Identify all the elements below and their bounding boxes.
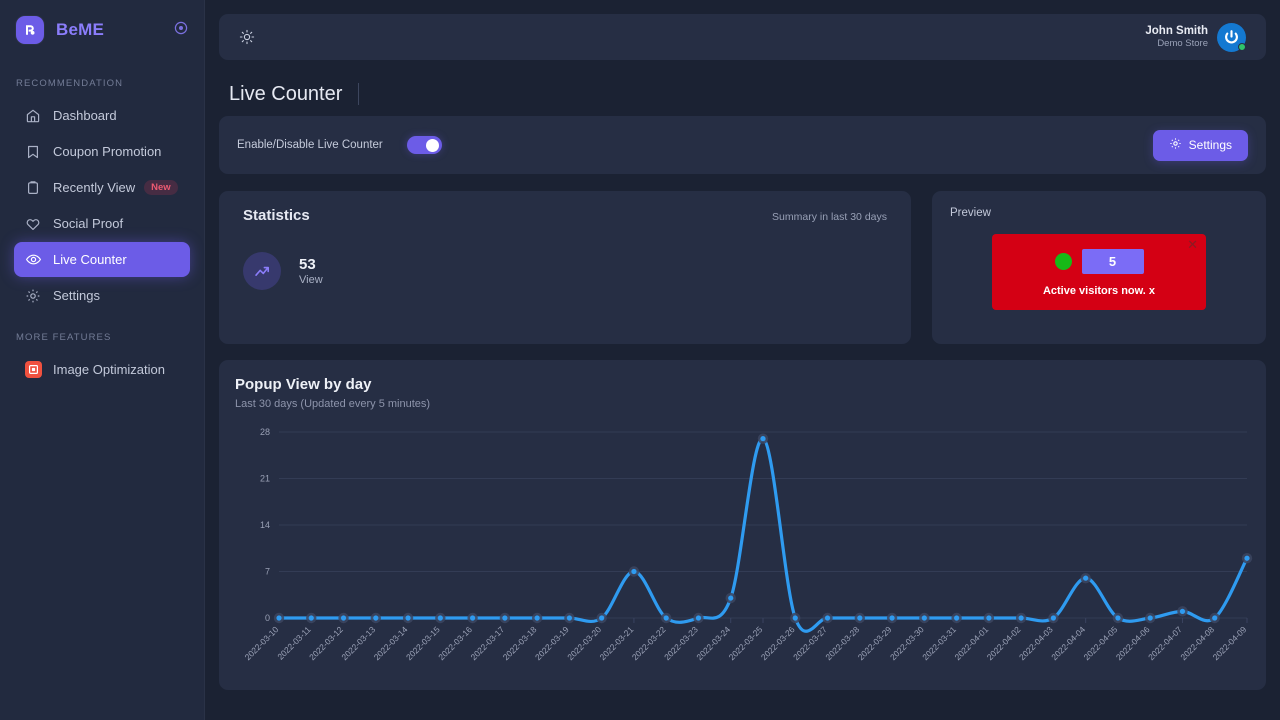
close-icon[interactable]: ✕ [1187,238,1198,251]
nav-section-recommendation: RECOMMENDATION Dashboard Coupon Promotio… [0,60,204,313]
svg-text:2022-03-10: 2022-03-10 [243,624,281,662]
chart-plot-area[interactable]: 0 7 14 21 28 2022-03-10 2022-03-11 2022-03-12 20… [235,420,1266,700]
statistics-header: Statistics Summary in last 30 days [243,207,887,224]
sidebar-item-recently-view[interactable]: Recently View New [14,170,190,205]
stat-value: 53 [299,255,316,273]
toggle-knob [425,138,439,152]
sidebar-item-label: Live Counter [53,252,127,267]
svg-text:28: 28 [260,427,270,437]
home-icon [24,107,42,125]
collapse-circle-icon[interactable] [173,20,188,35]
nav-section-more-features: MORE FEATURES Image Optimization [0,314,204,387]
enable-live-counter-toggle[interactable] [406,136,442,154]
preview-card: Preview ✕ 5 Active visitors now. x [932,191,1266,344]
status-badge: New [144,179,178,196]
chart-subtitle: Last 30 days (Updated every 5 minutes) [235,398,431,410]
settings-button[interactable]: Settings [1152,129,1248,161]
enable-bar: Enable/Disable Live Counter Settings [219,116,1266,174]
sidebar-item-image-optimization[interactable]: Image Optimization [14,352,190,387]
statistics-summary: Summary in last 30 days [772,211,887,223]
image-optimization-icon [24,361,42,379]
live-counter-popup-preview: ✕ 5 Active visitors now. x [992,234,1206,310]
user-name: John Smith [1145,24,1208,37]
sidebar-item-label: Image Optimization [53,362,165,377]
line-chart[interactable]: 071421282022-03-102022-03-112022-03-1220… [235,420,1261,700]
brand-name: BeME [56,20,105,39]
sun-icon[interactable] [239,29,255,45]
svg-text:2022-04-09: 2022-04-09 [1211,624,1249,662]
page-title: Live Counter [229,82,343,105]
popup-view-chart-card: Popup View by day Last 30 days (Updated … [219,360,1266,690]
user-store: Demo Store [1157,38,1208,50]
svg-text:0: 0 [265,613,270,623]
bookmark-icon [24,143,42,161]
sidebar-item-coupon-promotion[interactable]: Coupon Promotion [14,134,190,169]
eye-icon [24,251,42,269]
stat-label: View [299,274,323,287]
page-header: Live Counter [205,60,1280,108]
beme-logo-icon [16,16,44,44]
gear-icon [1169,137,1182,153]
sidebar-item-label: Coupon Promotion [53,144,162,159]
statistics-card: Statistics Summary in last 30 days 53 Vi… [219,191,911,344]
app-root: BeME RECOMMENDATION Dashboard Coupon Pro… [0,0,1280,720]
popup-row: 5 [1054,249,1144,274]
popup-message: Active visitors now. x [1042,285,1156,297]
sidebar-item-label: Settings [53,288,100,303]
stat-view: 53 View [243,252,887,290]
svg-text:7: 7 [265,567,270,577]
main-content: John Smith Demo Store Live Counter Enabl… [205,0,1280,720]
brand[interactable]: BeME [0,0,204,60]
heart-icon [24,215,42,233]
sidebar-item-live-counter[interactable]: Live Counter [14,242,190,277]
avatar[interactable] [1217,22,1246,52]
user-text: John Smith Demo Store [1145,24,1208,50]
sidebar-item-settings[interactable]: Settings [14,278,190,313]
nav-section-label: MORE FEATURES [16,332,112,343]
user-menu[interactable]: John Smith Demo Store [1145,22,1246,52]
nav-section-label: RECOMMENDATION [16,78,124,89]
svg-text:21: 21 [260,474,270,484]
gear-icon [24,287,42,305]
stats-preview-row: Statistics Summary in last 30 days 53 Vi… [219,191,1266,344]
stat-text: 53 View [299,256,323,287]
statistics-title: Statistics [243,207,310,224]
sidebar: BeME RECOMMENDATION Dashboard Coupon Pro… [0,0,205,720]
sidebar-item-label: Recently View [53,180,136,195]
chart-title: Popup View by day [235,376,372,393]
settings-button-label: Settings [1188,138,1232,152]
enable-live-counter-label: Enable/Disable Live Counter [237,139,383,151]
trending-up-icon [243,252,281,290]
sidebar-item-social-proof[interactable]: Social Proof [14,206,190,241]
visitor-count: 5 [1081,249,1144,274]
topbar: John Smith Demo Store [219,14,1266,60]
clipboard-icon [24,179,42,197]
sidebar-item-label: Dashboard [53,108,117,123]
title-divider [358,83,360,105]
live-indicator-dot [1054,253,1072,270]
online-status-dot [1238,42,1246,51]
svg-text:14: 14 [260,520,270,530]
sidebar-item-label: Social Proof [53,216,124,231]
sidebar-item-dashboard[interactable]: Dashboard [14,98,190,133]
preview-title: Preview [950,207,991,219]
